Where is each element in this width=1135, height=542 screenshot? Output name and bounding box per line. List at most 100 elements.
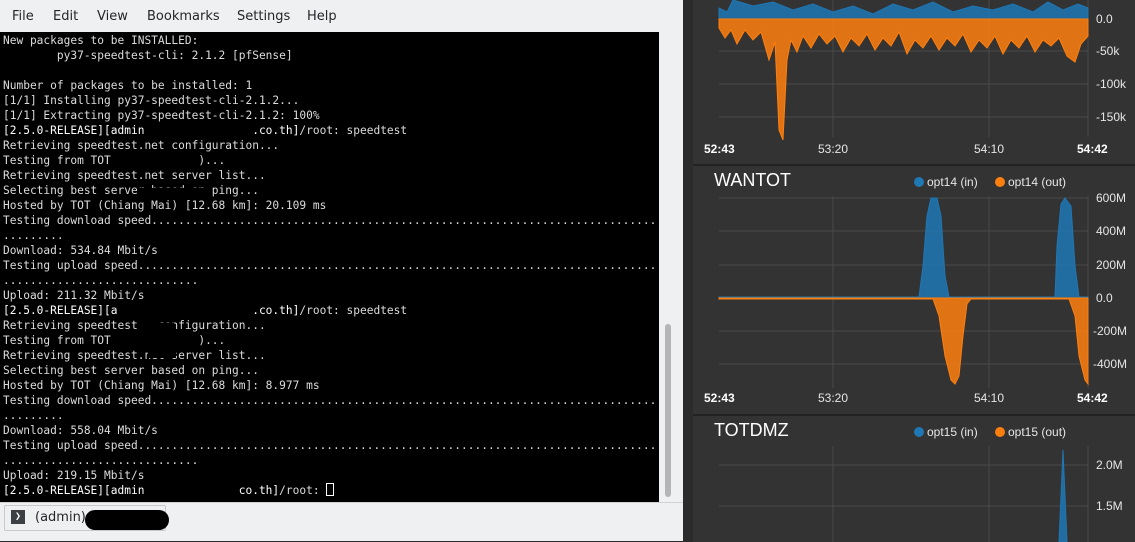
series-out-area	[718, 297, 1089, 386]
redaction-mark	[137, 323, 174, 332]
terminal-prompt: [2.5.0-RELEASE][admin co.th]	[3, 484, 280, 497]
session-tab-label: (admin)	[35, 510, 86, 525]
x-tick-label: 52:43	[704, 391, 735, 405]
y-tick-label: 1.5M	[1096, 499, 1123, 513]
traffic-dashboard: 0.0 -50k -100k -150k 52:43 53:20 54:10 5…	[693, 0, 1135, 542]
session-tab[interactable]: ❯ (admin)	[4, 505, 169, 531]
terminal-line: .........	[3, 228, 659, 243]
x-tick-label: 54:42	[1077, 142, 1108, 156]
menu-help[interactable]: Help	[307, 9, 337, 24]
terminal-text: .............................	[3, 274, 199, 287]
y-tick-label: 0.0	[1096, 291, 1113, 305]
terminal-prompt: [2.5.0-RELEASE][admin .co.th]	[3, 124, 300, 137]
terminal-line: Retrieving speedtest.net configuration..…	[3, 138, 659, 153]
terminal-text: .........	[3, 229, 64, 242]
terminal-line: Retrieving speedtest.net server list...	[3, 348, 659, 363]
traffic-graph-top: 0.0 -50k -100k -150k 52:43 53:20 54:10 5…	[704, 0, 1127, 156]
terminal-text: [1/1] Installing py37-speedtest-cli-2.1.…	[3, 94, 300, 107]
terminal-line: Retrieving speedtest configuration...	[3, 318, 659, 333]
session-tabbar: ❯ (admin)	[0, 502, 683, 541]
terminal-text: Hosted by TOT (Chiang Mai) [12.68 km]: 2…	[3, 199, 327, 212]
terminal-line: Hosted by TOT (Chiang Mai) [12.68 km]: 8…	[3, 378, 659, 393]
terminal-icon: ❯	[11, 510, 25, 524]
terminal-text: /root: speedtest	[299, 304, 408, 317]
terminal-text: Retrieving speedtest.net configuration..…	[3, 139, 280, 152]
terminal-line: Upload: 211.32 Mbit/s	[3, 288, 659, 303]
redaction-mark	[85, 510, 169, 530]
terminal-prompt: [2.5.0-RELEASE][a .co.th]	[3, 304, 300, 317]
menu-file[interactable]: File	[12, 9, 34, 24]
series-out-area	[718, 18, 1089, 141]
menu-bookmarks[interactable]: Bookmarks	[147, 9, 220, 24]
terminal-text: .........	[3, 409, 64, 422]
terminal-window: File Edit View Bookmarks Settings Help N…	[0, 0, 683, 541]
terminal-line: Testing upload speed....................…	[3, 258, 659, 273]
terminal-line: [1/1] Installing py37-speedtest-cli-2.1.…	[3, 93, 659, 108]
menu-view[interactable]: View	[97, 9, 128, 24]
terminal-output[interactable]: New packages to be INSTALLED: py37-speed…	[0, 32, 659, 502]
terminal-text: Number of packages to be installed: 1	[3, 79, 253, 92]
x-tick-label: 53:20	[818, 142, 848, 156]
menu-settings[interactable]: Settings	[237, 9, 290, 24]
terminal-line: [1/1] Extracting py37-speedtest-cli-2.1.…	[3, 108, 659, 123]
terminal-text: py37-speedtest-cli: 2.1.2 [pfSense]	[3, 49, 293, 62]
terminal-text: Testing upload speed....................…	[3, 439, 659, 452]
terminal-text: Download: 558.04 Mbit/s	[3, 424, 158, 437]
terminal-line: .............................	[3, 273, 659, 288]
terminal-text: Selecting best server based on ping...	[3, 184, 259, 197]
terminal-line: Testing download speed..................…	[3, 213, 659, 228]
terminal-line: .........	[3, 408, 659, 423]
terminal-line: Download: 558.04 Mbit/s	[3, 423, 659, 438]
terminal-line: Download: 534.84 Mbit/s	[3, 243, 659, 258]
terminal-text: /root:	[279, 484, 327, 497]
terminal-line: Retrieving speedtest.net server list...	[3, 168, 659, 183]
terminal-text: Testing download speed..................…	[3, 214, 659, 227]
terminal-text: Testing download speed..................…	[3, 394, 659, 407]
terminal-text: Retrieving speedtest.net server list...	[3, 349, 266, 362]
terminal-text: Selecting best server based on ping...	[3, 364, 259, 377]
terminal-text: Retrieving speedtest configuration...	[3, 319, 266, 332]
x-tick-label: 54:42	[1077, 391, 1108, 405]
terminal-line: .............................	[3, 453, 659, 468]
y-tick-label: 400M	[1096, 224, 1126, 238]
terminal-lines: New packages to be INSTALLED: py37-speed…	[3, 33, 659, 498]
terminal-text: Upload: 219.15 Mbit/s	[3, 469, 145, 482]
traffic-graph-totdmz: 2.0M 1.5M	[719, 446, 1123, 542]
y-tick-label: 2.0M	[1096, 458, 1123, 472]
y-tick-label: -100k	[1096, 77, 1127, 91]
menubar: File Edit View Bookmarks Settings Help	[0, 3, 683, 31]
scrollbar-thumb[interactable]	[665, 324, 671, 497]
terminal-line: Upload: 219.15 Mbit/s	[3, 468, 659, 483]
terminal-text: Testing from TOT )...	[3, 334, 226, 347]
terminal-line: Number of packages to be installed: 1	[3, 78, 659, 93]
terminal-line: py37-speedtest-cli: 2.1.2 [pfSense]	[3, 48, 659, 63]
traffic-panel-wantot: WANTOT opt14 (in) opt14 (out) 600M 400M …	[693, 164, 1135, 416]
terminal-scrollbar[interactable]	[659, 32, 683, 502]
y-tick-label: -200M	[1093, 324, 1127, 338]
redaction-mark	[148, 350, 176, 358]
x-tick-label: 54:10	[974, 391, 1004, 405]
x-tick-label: 53:20	[818, 391, 848, 405]
traffic-panel-totdmz: TOTDMZ opt15 (in) opt15 (out) 2.0M 1.5M	[693, 414, 1135, 542]
terminal-line: Testing download speed..................…	[3, 393, 659, 408]
series-in-area	[718, 197, 1089, 299]
terminal-text: New packages to be INSTALLED:	[3, 34, 199, 47]
y-tick-label: 0.0	[1096, 12, 1113, 26]
terminal-text: [1/1] Extracting py37-speedtest-cli-2.1.…	[3, 109, 320, 122]
terminal-line: New packages to be INSTALLED:	[3, 33, 659, 48]
terminal-text: Download: 534.84 Mbit/s	[3, 244, 158, 257]
terminal-line: [2.5.0-RELEASE][admin co.th]/root:	[3, 483, 659, 498]
terminal-text: Retrieving speedtest.net server list...	[3, 169, 266, 182]
terminal-line: Hosted by TOT (Chiang Mai) [12.68 km]: 2…	[3, 198, 659, 213]
traffic-graph-wantot: 600M 400M 200M 0.0 -200M -400M 52:43 53:…	[704, 191, 1127, 405]
series-in-area	[718, 0, 1089, 20]
terminal-text: /root: speedtest	[299, 124, 408, 137]
y-tick-label: -50k	[1096, 44, 1120, 58]
x-tick-label: 52:43	[704, 142, 735, 156]
terminal-line: Testing from TOT )...	[3, 333, 659, 348]
terminal-text: Upload: 211.32 Mbit/s	[3, 289, 145, 302]
menu-edit[interactable]: Edit	[53, 9, 78, 24]
x-tick-label: 54:10	[974, 142, 1004, 156]
terminal-cursor	[326, 483, 335, 496]
